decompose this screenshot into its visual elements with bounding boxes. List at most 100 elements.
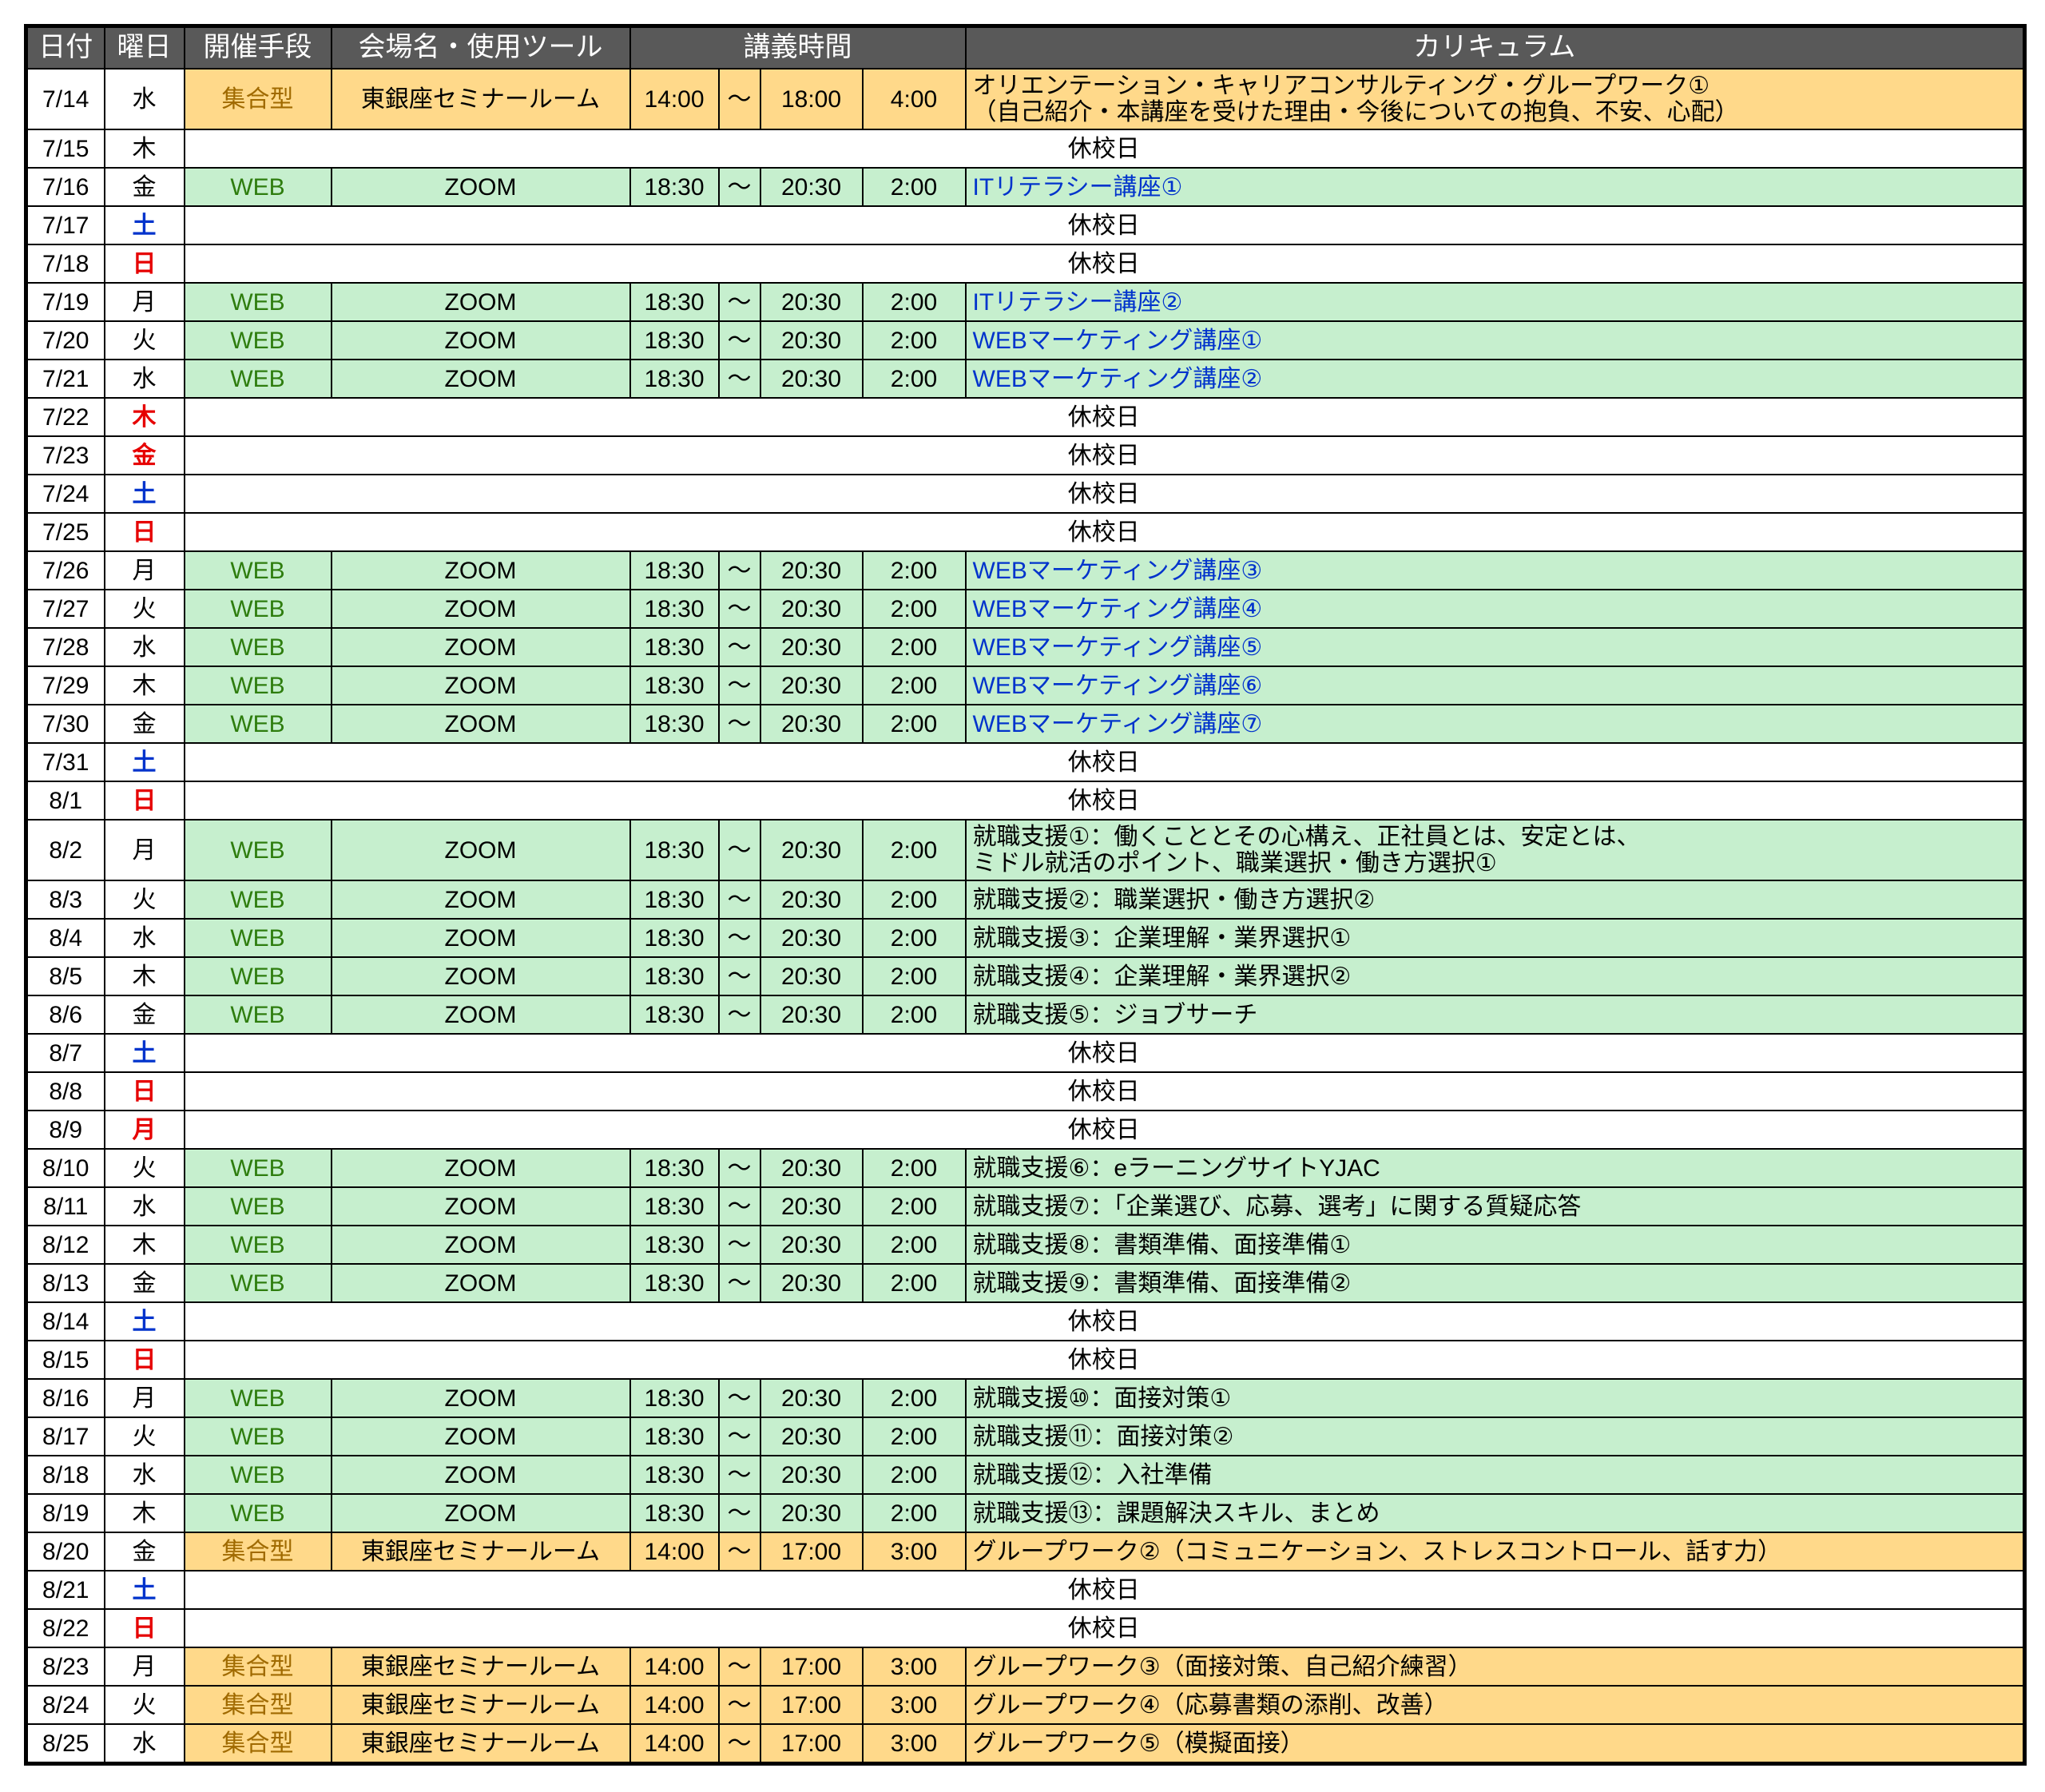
weekday-cell: 木 xyxy=(103,1225,185,1265)
duration-cell: 3:00 xyxy=(861,1532,967,1571)
table-row: 7/25 日休校日 xyxy=(25,512,2026,552)
tilde-cell: ～ xyxy=(717,819,761,881)
date-cell: 7/30 xyxy=(25,704,105,744)
tilde-cell: ～ xyxy=(717,1148,761,1188)
curriculum-text: グループワーク③（面接対策、自己紹介練習） xyxy=(972,1653,1472,1680)
curriculum-cell: 就職支援⑤：ジョブサーチ xyxy=(964,995,2026,1035)
header-curriculum: カリキュラム xyxy=(964,25,2026,70)
weekday-cell: 金 xyxy=(103,704,185,744)
duration-cell: 2:00 xyxy=(861,359,967,399)
venue-cell: ZOOM xyxy=(330,589,631,629)
table-row: 8/20 金集合型 東銀座セミナールーム 14:00 ～ 17:00 3:00 グループワーク… xyxy=(25,1532,2026,1571)
start-time-cell: 14:00 xyxy=(629,1532,720,1571)
tilde-cell: ～ xyxy=(717,1532,761,1571)
start-time-cell: 18:30 xyxy=(629,282,720,322)
venue-cell: ZOOM xyxy=(330,956,631,996)
header-row: 日付 曜日 開催手段 会場名・使用ツール 講義時間 カリキュラム xyxy=(25,25,2026,70)
weekday-cell: 土 xyxy=(103,742,185,782)
date-cell: 8/18 xyxy=(25,1455,105,1495)
date-cell: 7/20 xyxy=(25,320,105,360)
tilde-cell: ～ xyxy=(717,1685,761,1725)
mode-cell: 集合型 xyxy=(183,1647,332,1687)
curriculum-text: WEBマーケティング講座④ xyxy=(972,595,1263,622)
date-cell: 8/17 xyxy=(25,1417,105,1456)
weekday-cell: 月 xyxy=(103,1647,185,1687)
start-time-cell: 18:30 xyxy=(629,880,720,920)
curriculum-text: 就職支援⑥：eラーニングサイトYJAC xyxy=(972,1154,1380,1182)
start-time-cell: 14:00 xyxy=(629,1685,720,1725)
table-row: 8/7 土休校日 xyxy=(25,1033,2026,1073)
table-row: 7/24 土休校日 xyxy=(25,474,2026,514)
end-time-cell: 20:30 xyxy=(759,956,864,996)
curriculum-text: 就職支援⑬：課題解決スキル、まとめ xyxy=(972,1500,1380,1527)
weekday-cell: 金 xyxy=(103,1532,185,1571)
tilde-cell: ～ xyxy=(717,1186,761,1226)
start-time-cell: 18:30 xyxy=(629,1493,720,1533)
weekday-cell: 木 xyxy=(103,1493,185,1533)
mode-cell: WEB xyxy=(183,1263,332,1303)
date-cell: 8/23 xyxy=(25,1647,105,1687)
mode-cell: WEB xyxy=(183,666,332,705)
date-cell: 8/11 xyxy=(25,1186,105,1226)
venue-cell: ZOOM xyxy=(330,666,631,705)
duration-cell: 2:00 xyxy=(861,956,967,996)
mode-cell: WEB xyxy=(183,282,332,322)
venue-cell: ZOOM xyxy=(330,1455,631,1495)
date-cell: 7/24 xyxy=(25,474,105,514)
curriculum-text: WEBマーケティング講座⑦ xyxy=(972,710,1263,737)
date-cell: 7/16 xyxy=(25,167,105,207)
date-cell: 7/28 xyxy=(25,627,105,667)
tilde-cell: ～ xyxy=(717,68,761,130)
holiday-cell: 休校日 xyxy=(183,1570,2026,1610)
duration-cell: 4:00 xyxy=(861,68,967,130)
curriculum-text-line2: （自己紹介・本講座を受けた理由・今後についての抱負、不安、心配） xyxy=(972,99,1739,125)
curriculum-text: 就職支援⑨：書類準備、面接準備② xyxy=(972,1269,1352,1297)
curriculum-cell: WEBマーケティング講座⑤ xyxy=(964,627,2026,667)
end-time-cell: 20:30 xyxy=(759,167,864,207)
table-row: 8/10 火 WEB ZOOM 18:30 ～ 20:30 2:00 就職支援⑥：eラーニングサ… xyxy=(25,1148,2026,1188)
mode-cell: 集合型 xyxy=(183,1685,332,1725)
tilde-cell: ～ xyxy=(717,282,761,322)
holiday-cell: 休校日 xyxy=(183,435,2026,475)
table-row: 8/23 月集合型 東銀座セミナールーム 14:00 ～ 17:00 3:00 グループワーク… xyxy=(25,1647,2026,1687)
weekday-cell: 水 xyxy=(103,918,185,958)
tilde-cell: ～ xyxy=(717,1225,761,1265)
tilde-cell: ～ xyxy=(717,995,761,1035)
schedule-table: 日付 曜日 開催手段 会場名・使用ツール 講義時間 カリキュラム 7/14 水集合… xyxy=(24,24,2027,1766)
date-cell: 7/15 xyxy=(25,129,105,169)
curriculum-text: 就職支援⑧：書類準備、面接準備① xyxy=(972,1231,1352,1258)
table-row: 7/31 土休校日 xyxy=(25,742,2026,782)
curriculum-text: 就職支援⑤：ジョブサーチ xyxy=(972,1001,1258,1028)
venue-cell: ZOOM xyxy=(330,819,631,881)
tilde-cell: ～ xyxy=(717,1647,761,1687)
start-time-cell: 18:30 xyxy=(629,550,720,590)
weekday-cell: 日 xyxy=(103,1608,185,1648)
end-time-cell: 20:30 xyxy=(759,550,864,590)
start-time-cell: 18:30 xyxy=(629,359,720,399)
table-row: 8/2 月 WEB ZOOM 18:30 ～ 20:30 2:00 就職支援①：働くこととその心… xyxy=(25,819,2026,881)
weekday-cell: 月 xyxy=(103,1378,185,1418)
end-time-cell: 20:30 xyxy=(759,880,864,920)
curriculum-cell: 就職支援①：働くこととその心構え、正社員とは、安定とは、 ミドル就活のポイント、職… xyxy=(964,819,2026,881)
table-row: 8/9 月休校日 xyxy=(25,1110,2026,1150)
weekday-cell: 日 xyxy=(103,244,185,284)
weekday-cell: 火 xyxy=(103,589,185,629)
weekday-cell: 金 xyxy=(103,995,185,1035)
duration-cell: 2:00 xyxy=(861,704,967,744)
start-time-cell: 18:30 xyxy=(629,320,720,360)
weekday-cell: 水 xyxy=(103,627,185,667)
weekday-cell: 水 xyxy=(103,1186,185,1226)
duration-cell: 2:00 xyxy=(861,167,967,207)
tilde-cell: ～ xyxy=(717,1263,761,1303)
mode-cell: 集合型 xyxy=(183,1532,332,1571)
start-time-cell: 18:30 xyxy=(629,627,720,667)
date-cell: 7/14 xyxy=(25,68,105,130)
start-time-cell: 18:30 xyxy=(629,1263,720,1303)
weekday-cell: 水 xyxy=(103,68,185,130)
holiday-cell: 休校日 xyxy=(183,742,2026,782)
table-row: 7/27 火 WEB ZOOM 18:30 ～ 20:30 2:00 WEBマーケティング講座④ xyxy=(25,589,2026,629)
curriculum-text: グループワーク⑤（模擬面接） xyxy=(972,1730,1304,1757)
table-row: 7/30 金 WEB ZOOM 18:30 ～ 20:30 2:00 WEBマーケティング講座⑦ xyxy=(25,704,2026,744)
curriculum-text: 就職支援⑦：「企業選び、応募、選考」に関する質疑応答 xyxy=(972,1193,1582,1220)
holiday-cell: 休校日 xyxy=(183,474,2026,514)
